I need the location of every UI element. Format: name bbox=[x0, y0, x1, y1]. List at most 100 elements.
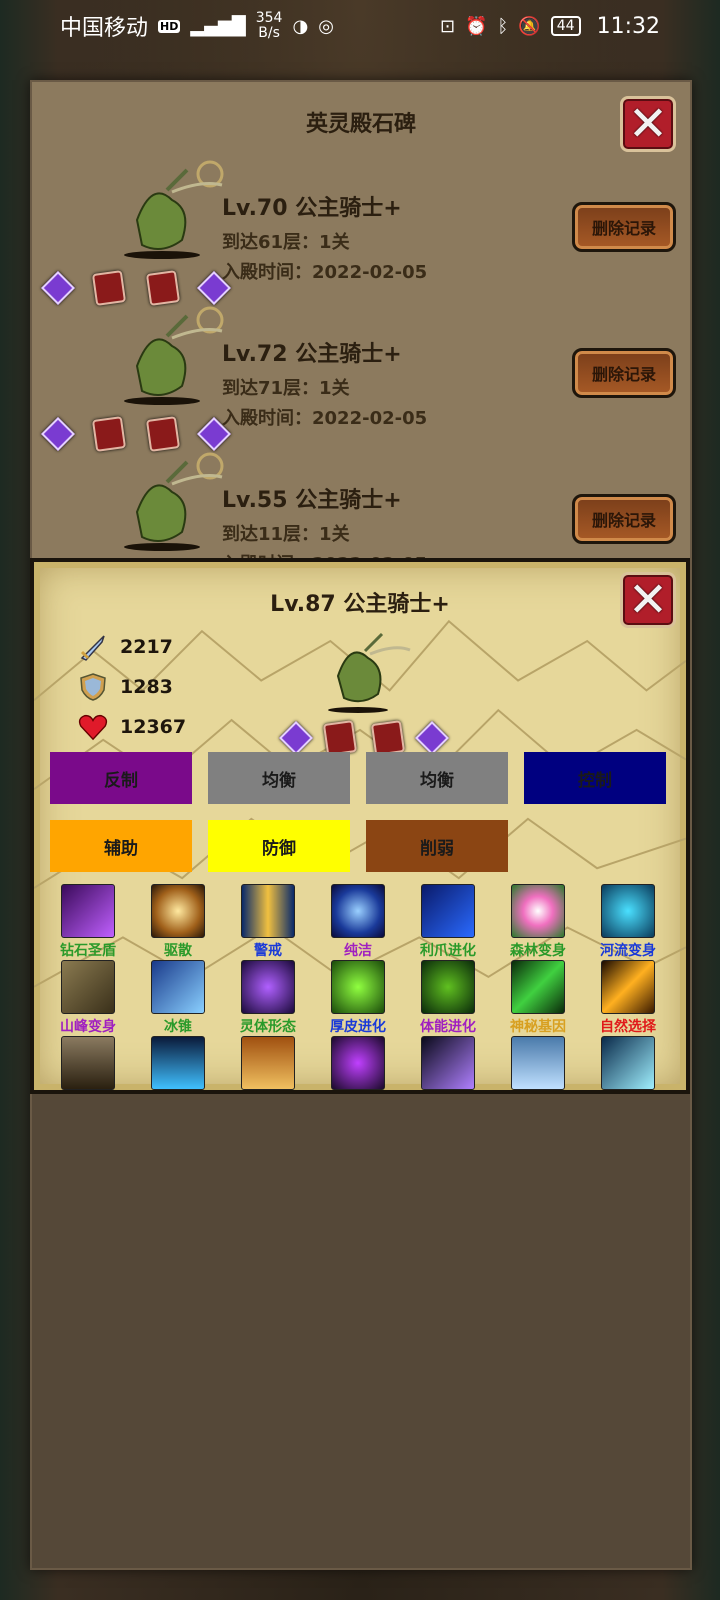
hero-avatar-icon bbox=[328, 632, 411, 713]
skill-slot[interactable]: 纯洁 bbox=[318, 884, 398, 960]
skill-slot[interactable]: 山峰变身 bbox=[48, 960, 128, 1036]
mystic-gene-icon bbox=[511, 960, 565, 1014]
skill-slot[interactable] bbox=[48, 1036, 128, 1090]
winged-crest-icon bbox=[61, 1036, 115, 1090]
trait-tag: 反制 bbox=[50, 752, 192, 804]
lightning-icon bbox=[151, 1036, 205, 1090]
ice-golem-icon bbox=[511, 1036, 565, 1090]
attack-stat: 2217 bbox=[78, 632, 173, 662]
skill-slot[interactable]: 神秘基因 bbox=[498, 960, 578, 1036]
heart-icon bbox=[78, 712, 108, 742]
record-floor: 到达71层：1关 bbox=[222, 378, 350, 399]
hd-icon: HD bbox=[158, 19, 181, 33]
frost-slash-icon bbox=[601, 1036, 655, 1090]
skill-label: 纯洁 bbox=[344, 943, 372, 959]
skill-label: 驱散 bbox=[164, 943, 192, 959]
spirit-form-icon bbox=[241, 960, 295, 1014]
trait-tag: 均衡 bbox=[208, 752, 350, 804]
skill-label: 河流变身 bbox=[600, 943, 656, 959]
signal-icon: ▂▄▆█ bbox=[190, 15, 246, 37]
status-bar: 中国移动 HD ▂▄▆█ 354 B/s ◑ ◎ ⊡ ⏰ ᛒ 🔕 44 11:3… bbox=[0, 0, 720, 52]
purple-gem-icon bbox=[279, 721, 313, 755]
skill-slot[interactable]: 利爪进化 bbox=[408, 884, 488, 960]
status-left: 中国移动 HD ▂▄▆█ 354 B/s ◑ ◎ bbox=[60, 10, 334, 42]
record-gems bbox=[41, 416, 231, 452]
skill-label: 灵体形态 bbox=[240, 1019, 296, 1035]
purple-wings-icon bbox=[61, 884, 115, 938]
skill-slot[interactable]: 体能进化 bbox=[408, 960, 488, 1036]
cast-icon: ⊡ bbox=[440, 15, 456, 37]
trait-tag: 均衡 bbox=[366, 752, 508, 804]
red-rune-icon bbox=[145, 416, 181, 452]
skill-slot[interactable]: 冰锥 bbox=[138, 960, 218, 1036]
void-ring-icon bbox=[331, 1036, 385, 1090]
record-info: Lv.70 公主骑士+ 到达61层：1关 入殿时间：2022-02-05 bbox=[222, 190, 427, 288]
red-rune-icon bbox=[370, 720, 405, 756]
golden-shield-icon bbox=[241, 1036, 295, 1090]
skill-slot[interactable]: 警戒 bbox=[228, 884, 308, 960]
delete-record-button[interactable]: 删除记录 bbox=[572, 348, 676, 398]
river-wave-icon bbox=[601, 884, 655, 938]
skill-label: 厚皮进化 bbox=[330, 1019, 386, 1035]
purple-gem-icon bbox=[41, 271, 75, 305]
skill-slot[interactable]: 森林变身 bbox=[498, 884, 578, 960]
delete-record-button[interactable]: 删除记录 bbox=[572, 202, 676, 252]
record-name: Lv.70 公主骑士+ bbox=[222, 196, 402, 221]
record-info: Lv.72 公主骑士+ 到达71层：1关 入殿时间：2022-02-05 bbox=[222, 336, 427, 434]
hero-avatar-icon bbox=[124, 160, 224, 259]
skill-label: 体能进化 bbox=[420, 1019, 476, 1035]
dispel-burst-icon bbox=[151, 884, 205, 938]
natural-select-icon bbox=[601, 960, 655, 1014]
skill-slot[interactable]: 钻石圣盾 bbox=[48, 884, 128, 960]
status-right: ⊡ ⏰ ᛒ 🔕 44 11:32 bbox=[440, 14, 660, 39]
skill-slot[interactable]: 驱散 bbox=[138, 884, 218, 960]
clock: 11:32 bbox=[596, 13, 660, 39]
skill-label: 山峰变身 bbox=[60, 1019, 116, 1035]
app-icon: ◑ bbox=[292, 15, 309, 37]
bluetooth-icon: ᛒ bbox=[497, 15, 509, 37]
skill-slot[interactable] bbox=[498, 1036, 578, 1090]
trait-tag: 削弱 bbox=[366, 820, 508, 872]
skill-slot[interactable]: 灵体形态 bbox=[228, 960, 308, 1036]
close-dialog-button[interactable]: ✕ bbox=[620, 572, 676, 628]
skill-slot[interactable] bbox=[228, 1036, 308, 1090]
skill-slot[interactable]: 自然选择 bbox=[588, 960, 668, 1036]
red-rune-icon bbox=[323, 720, 358, 756]
red-rune-icon bbox=[91, 270, 127, 306]
red-rune-icon bbox=[145, 270, 181, 306]
claw-beast-icon bbox=[421, 884, 475, 938]
hp-value: 12367 bbox=[120, 716, 187, 738]
delete-record-button[interactable]: 删除记录 bbox=[572, 494, 676, 544]
trait-tag: 防御 bbox=[208, 820, 350, 872]
skill-slot[interactable] bbox=[588, 1036, 668, 1090]
close-panel-button[interactable]: ✕ bbox=[620, 96, 676, 152]
shield-icon bbox=[78, 672, 108, 702]
record-item: Lv.72 公主骑士+ 到达71层：1关 入殿时间：2022-02-05 删除记… bbox=[32, 306, 690, 452]
skill-slot[interactable]: 厚皮进化 bbox=[318, 960, 398, 1036]
skill-slot[interactable] bbox=[408, 1036, 488, 1090]
net-speed-unit: B/s bbox=[258, 25, 280, 41]
battery-icon: 44 bbox=[550, 16, 581, 36]
skill-label: 警戒 bbox=[254, 943, 282, 959]
alarm-icon: ⏰ bbox=[465, 15, 488, 37]
skill-slot[interactable] bbox=[138, 1036, 218, 1090]
skill-label: 冰锥 bbox=[164, 1019, 192, 1035]
skill-slot[interactable] bbox=[318, 1036, 398, 1090]
dialog-gems bbox=[279, 720, 449, 756]
alert-beam-icon bbox=[241, 884, 295, 938]
trait-tag: 辅助 bbox=[50, 820, 192, 872]
defense-value: 1283 bbox=[120, 676, 173, 698]
record-name: Lv.72 公主骑士+ bbox=[222, 342, 402, 367]
attack-value: 2217 bbox=[120, 636, 173, 658]
app-icon-2: ◎ bbox=[318, 15, 334, 37]
record-item: Lv.70 公主骑士+ 到达61层：1关 入殿时间：2022-02-05 删除记… bbox=[32, 160, 690, 306]
sword-icon bbox=[78, 632, 108, 662]
skill-slot[interactable]: 河流变身 bbox=[588, 884, 668, 960]
thick-skin-icon bbox=[331, 960, 385, 1014]
hero-avatar-icon bbox=[124, 452, 224, 551]
purple-gem-icon bbox=[41, 417, 75, 451]
hp-stat: 12367 bbox=[78, 712, 186, 742]
close-icon: ✕ bbox=[627, 572, 669, 628]
net-speed-value: 354 bbox=[255, 10, 283, 26]
defense-stat: 1283 bbox=[78, 672, 173, 702]
